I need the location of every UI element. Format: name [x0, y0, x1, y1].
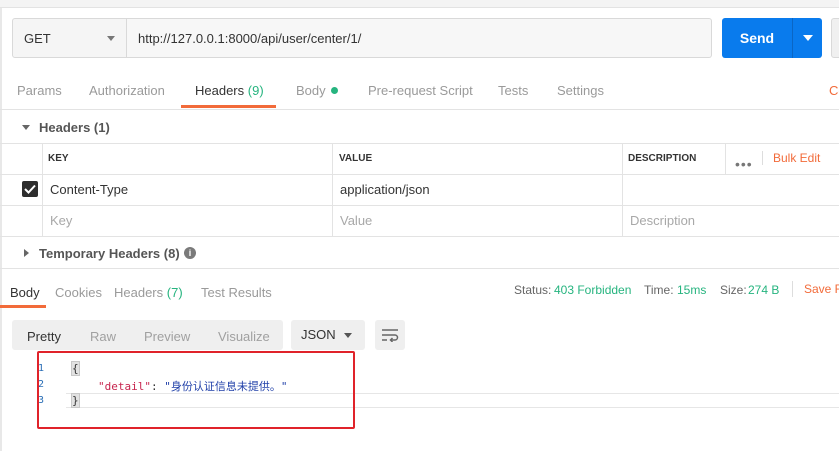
- tab-headers-label: Headers: [195, 83, 245, 98]
- header-enabled-checkbox[interactable]: [22, 181, 38, 197]
- view-tab-preview[interactable]: Preview: [144, 329, 190, 344]
- send-button[interactable]: Send: [722, 18, 792, 58]
- column-divider: [622, 143, 623, 236]
- response-tab-headers[interactable]: Headers (7): [114, 285, 183, 300]
- tab-params[interactable]: Params: [17, 72, 62, 110]
- column-divider: [42, 143, 43, 236]
- time-value[interactable]: 15ms: [677, 283, 706, 297]
- divider: [792, 281, 793, 297]
- column-key: KEY: [48, 153, 69, 164]
- method-select[interactable]: GET: [12, 18, 127, 58]
- info-icon[interactable]: i: [184, 247, 196, 259]
- response-tab-headers-label: Headers: [114, 285, 164, 300]
- status-label: Status:: [514, 283, 552, 297]
- active-tab-indicator: [181, 105, 276, 108]
- save-response-button[interactable]: Save R: [804, 282, 839, 296]
- send-options-button[interactable]: [792, 18, 822, 58]
- column-divider: [332, 143, 333, 236]
- new-key-input[interactable]: Key: [50, 213, 72, 228]
- wrap-lines-icon: [382, 329, 399, 342]
- temporary-headers-title[interactable]: Temporary Headers (8): [39, 246, 180, 261]
- tab-headers-count: (9): [247, 83, 264, 98]
- bulk-edit-link[interactable]: Bulk Edit: [773, 151, 820, 165]
- response-tab-headers-count: (7): [166, 285, 183, 300]
- view-tab-raw[interactable]: Raw: [90, 329, 116, 344]
- column-description: DESCRIPTION: [628, 153, 697, 164]
- view-tab-pretty[interactable]: Pretty: [27, 329, 61, 344]
- new-value-input[interactable]: Value: [340, 213, 372, 228]
- column-value: VALUE: [339, 153, 373, 164]
- table-header-row: [0, 144, 839, 175]
- divider: [762, 151, 763, 165]
- url-input[interactable]: http://127.0.0.1:8000/api/user/center/1/: [127, 18, 712, 58]
- header-value-cell[interactable]: application/json: [340, 182, 430, 197]
- chevron-down-icon: [803, 35, 813, 41]
- url-text: http://127.0.0.1:8000/api/user/center/1/: [138, 30, 362, 46]
- response-divider: [0, 268, 839, 269]
- column-divider: [725, 143, 726, 174]
- save-button[interactable]: [831, 18, 839, 58]
- more-options-icon[interactable]: •••: [735, 156, 753, 172]
- active-response-tab-indicator: [0, 305, 46, 308]
- view-tab-visualize[interactable]: Visualize: [218, 329, 270, 344]
- tab-prerequest-script[interactable]: Pre-request Script: [368, 72, 473, 110]
- tab-tests[interactable]: Tests: [498, 72, 528, 110]
- format-select[interactable]: JSON: [291, 320, 365, 350]
- chevron-down-icon: [107, 36, 115, 41]
- method-label: GET: [24, 30, 51, 46]
- tab-authorization[interactable]: Authorization: [89, 72, 165, 110]
- send-label: Send: [739, 30, 775, 46]
- format-label: JSON: [301, 327, 336, 342]
- top-strip: [0, 0, 839, 8]
- wrap-lines-button[interactable]: [375, 320, 405, 350]
- collapse-icon[interactable]: [22, 125, 30, 130]
- response-tab-cookies[interactable]: Cookies: [55, 285, 102, 300]
- checkmark-icon: [24, 184, 36, 194]
- tab-settings[interactable]: Settings: [557, 72, 604, 110]
- highlight-annotation-box: [37, 351, 355, 429]
- response-tab-test-results[interactable]: Test Results: [201, 285, 272, 300]
- cookies-link[interactable]: Co: [829, 72, 839, 110]
- tab-body-label: Body: [296, 83, 326, 98]
- chevron-down-icon: [344, 333, 352, 338]
- modified-dot-icon: [330, 87, 338, 94]
- request-tabs: Params Authorization Headers (9) Body Pr…: [0, 72, 839, 110]
- table-row-new: [0, 206, 839, 237]
- tab-body[interactable]: Body: [296, 72, 338, 110]
- headers-section-title[interactable]: Headers (1): [39, 120, 110, 135]
- header-key-cell[interactable]: Content-Type: [50, 182, 128, 197]
- expand-icon[interactable]: [24, 249, 29, 257]
- size-value[interactable]: 274 B: [748, 283, 779, 297]
- status-value[interactable]: 403 Forbidden: [554, 283, 631, 297]
- response-tab-body[interactable]: Body: [10, 285, 40, 300]
- new-description-input[interactable]: Description: [630, 213, 695, 228]
- time-label: Time:: [644, 283, 674, 297]
- size-label: Size:: [720, 283, 747, 297]
